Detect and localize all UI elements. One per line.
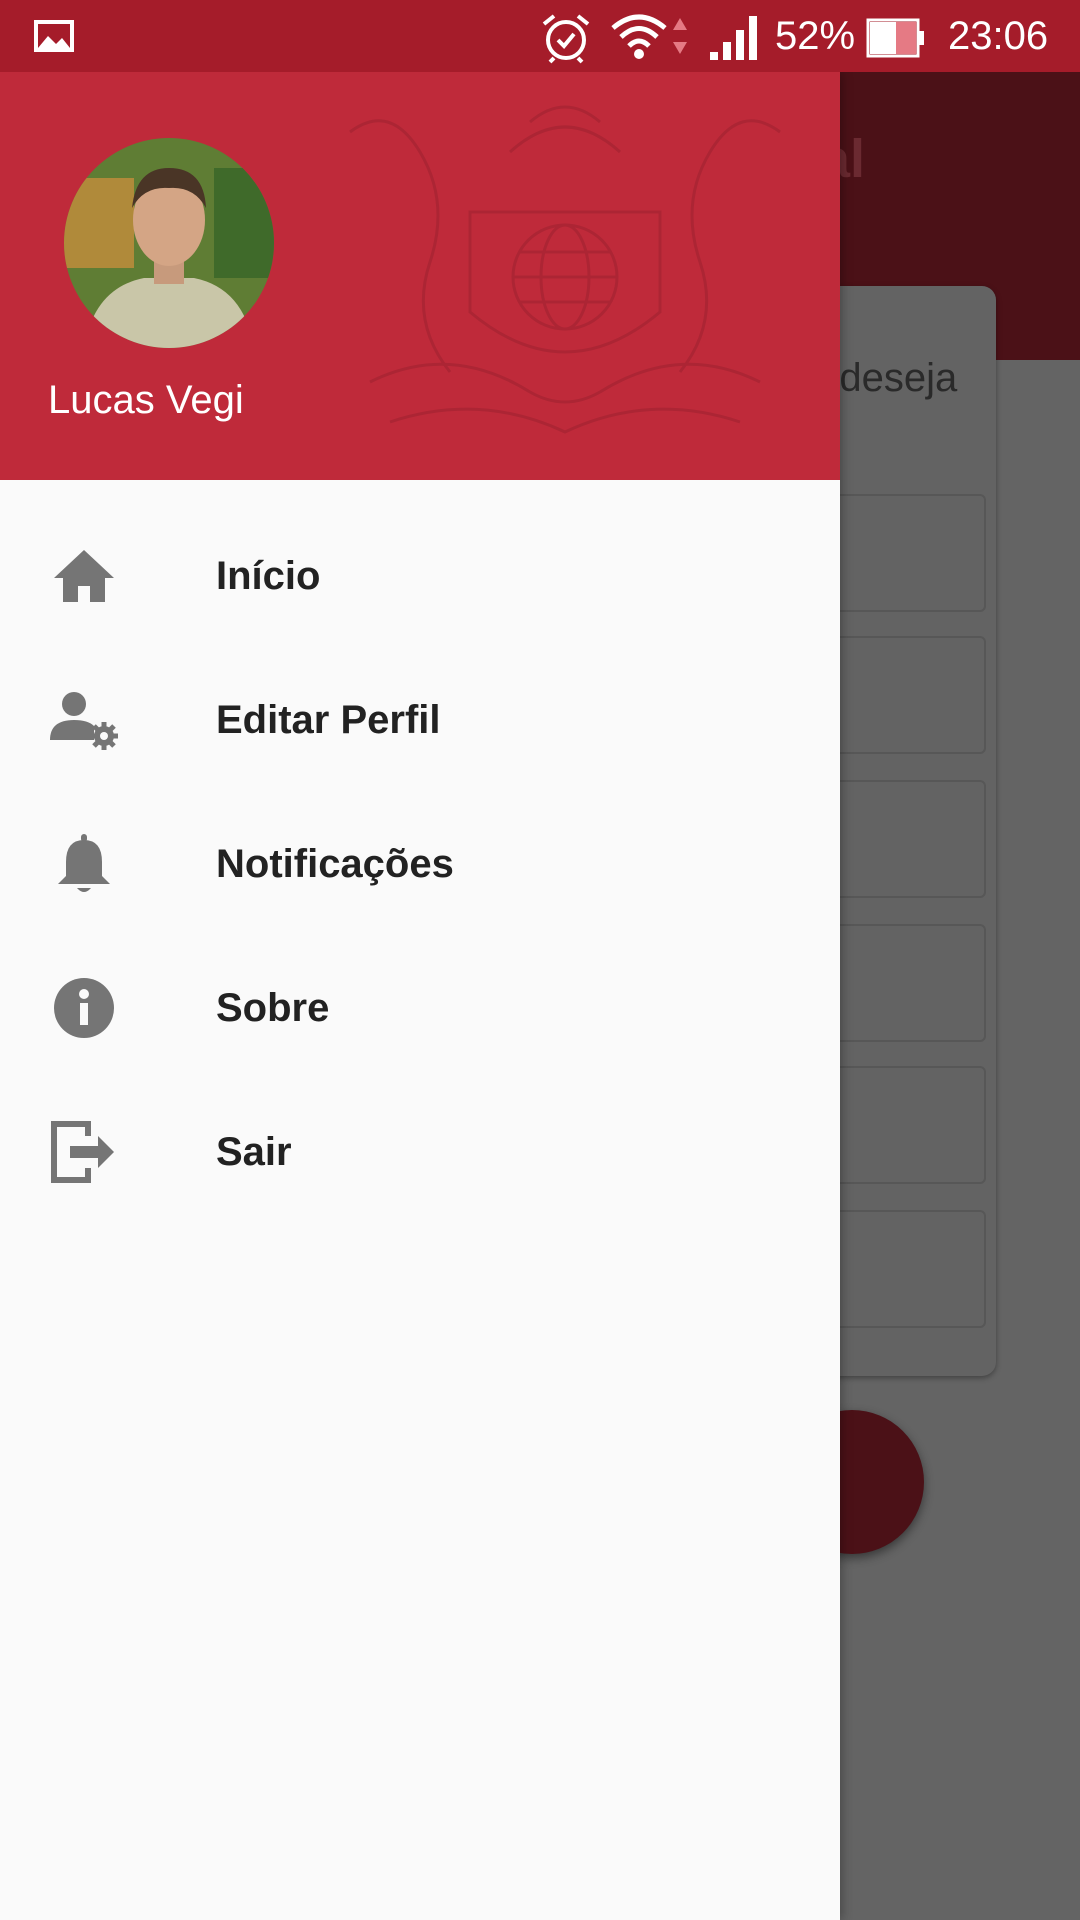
- avatar-photo: [64, 138, 274, 348]
- status-bar: 52% 23:06: [0, 0, 1080, 72]
- menu-item-editar-perfil[interactable]: Editar Perfil: [0, 648, 840, 792]
- menu-item-label: Sair: [216, 1130, 292, 1174]
- home-icon: [54, 550, 114, 602]
- menu-item-notificacoes[interactable]: Notificações: [0, 792, 840, 936]
- signal-icon: [710, 16, 757, 60]
- user-settings-icon: [50, 692, 118, 750]
- info-icon: [54, 978, 114, 1038]
- avatar[interactable]: [64, 138, 274, 348]
- wifi-icon: [611, 14, 667, 59]
- menu-item-inicio[interactable]: Início: [0, 504, 840, 648]
- bell-icon: [58, 834, 110, 892]
- alarm-icon: [542, 14, 590, 64]
- data-arrows-icon: [673, 18, 687, 54]
- exit-icon: [51, 1121, 114, 1183]
- menu-item-label: Início: [216, 554, 321, 598]
- menu-item-label: Sobre: [216, 986, 330, 1030]
- navigation-drawer: Lucas Vegi Início Editar Perfil Notifica…: [0, 72, 840, 1920]
- crest-watermark-icon: [349, 105, 781, 434]
- battery-percent: 52%: [775, 14, 856, 58]
- clock: 23:06: [948, 14, 1049, 58]
- drawer-header: Lucas Vegi: [0, 72, 840, 480]
- drawer-menu: Início Editar Perfil Notificações Sobre …: [0, 504, 840, 1224]
- user-name: Lucas Vegi: [48, 378, 244, 422]
- menu-item-label: Editar Perfil: [216, 698, 441, 742]
- battery-icon: [866, 18, 924, 58]
- menu-item-sobre[interactable]: Sobre: [0, 936, 840, 1080]
- menu-item-sair[interactable]: Sair: [0, 1080, 840, 1224]
- menu-item-label: Notificações: [216, 842, 454, 886]
- gallery-icon: [34, 20, 74, 52]
